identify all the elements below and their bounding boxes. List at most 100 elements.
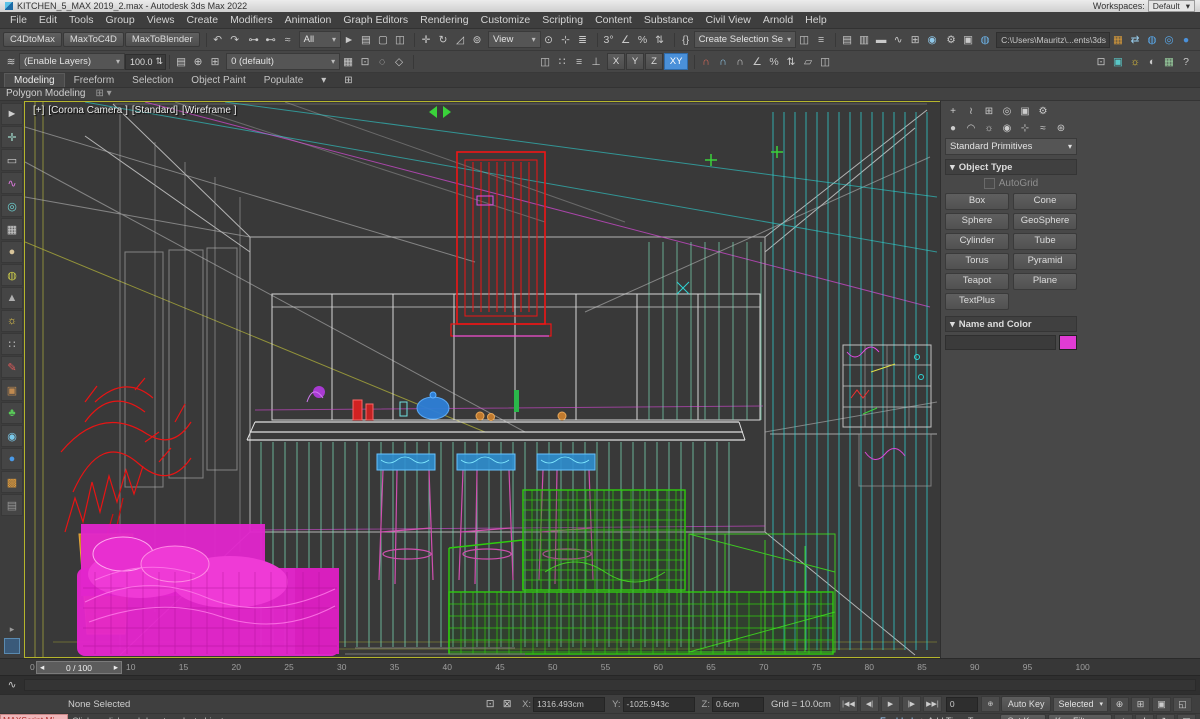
angle-snap-icon[interactable]: ∠ (618, 32, 634, 48)
select-and-scale-icon[interactable]: ◿ (452, 32, 468, 48)
tab-freeform[interactable]: Freeform (65, 74, 124, 87)
render-production-icon[interactable]: ◍ (977, 32, 993, 48)
redo-icon[interactable]: ↷ (227, 32, 243, 48)
bind-to-space-warp-icon[interactable]: ≈ (280, 32, 296, 48)
script-button[interactable]: MaxToC4D (62, 32, 124, 47)
select-by-name-icon[interactable]: ▤ (358, 32, 374, 48)
axis-x-button[interactable]: X (607, 53, 626, 70)
rendered-frame-window-icon[interactable]: ▣ (960, 32, 976, 48)
zoom-all-icon[interactable]: ⊞ (1131, 696, 1150, 712)
object-type-button[interactable]: Plane (1013, 273, 1077, 290)
sphere-tool-icon[interactable]: ● (1, 241, 23, 263)
light-toggle-icon[interactable]: ☼ (1127, 54, 1143, 70)
selection-region-icon[interactable]: ▢ (375, 32, 391, 48)
select-and-move-icon[interactable]: ✛ (418, 32, 434, 48)
viewport-menu-shading[interactable]: [Wireframe ] (182, 105, 236, 116)
panel-options-icon[interactable]: ⊞ ▾ (96, 88, 112, 100)
select-tool-icon[interactable]: ► (1, 103, 23, 125)
tab-modeling[interactable]: Modeling (4, 73, 65, 87)
set-current-layer-icon[interactable]: ⊡ (357, 54, 373, 70)
menu-item[interactable]: Rendering (414, 14, 474, 26)
snap-magnet-3d-icon[interactable]: ∩ (732, 54, 748, 70)
array-tool-icon[interactable]: ∷ (1, 333, 23, 355)
layer-explorer-icon[interactable]: ▥ (856, 32, 872, 48)
polygon-modeling-panel[interactable]: Polygon Modeling (6, 88, 86, 100)
object-type-button[interactable]: Cylinder (945, 233, 1009, 250)
tab-selection[interactable]: Selection (123, 74, 182, 87)
menu-item[interactable]: Help (799, 14, 833, 26)
utility-tool-icon[interactable]: ▤ (1, 494, 23, 516)
zoom-region-icon[interactable]: ◱ (1173, 696, 1192, 712)
helpers-category-icon[interactable]: ⊹ (1017, 121, 1033, 135)
menu-item[interactable]: Graph Editors (337, 14, 414, 26)
selection-lock-icon[interactable]: ⊠ (499, 696, 515, 712)
slider-right-arrow-icon[interactable]: ▸ (114, 662, 118, 673)
motion-tab-icon[interactable]: ◎ (999, 104, 1015, 118)
menu-item[interactable]: Group (100, 14, 141, 26)
scene-converter-icon[interactable]: ⇄ (1127, 32, 1143, 48)
spinner-snap-toggle-icon[interactable]: ⇅ (783, 54, 799, 70)
x-coordinate-field[interactable]: 1316.493cm (533, 696, 606, 712)
select-and-link-icon[interactable]: ⊶ (246, 32, 262, 48)
menu-item[interactable]: Content (589, 14, 638, 26)
ribbon-toggle-icon[interactable]: ▬ (873, 32, 889, 48)
key-mode-dropdown[interactable]: Selected ▾ (1053, 696, 1108, 712)
select-object-icon[interactable]: ► (341, 32, 357, 48)
object-type-button[interactable]: Teapot (945, 273, 1009, 290)
object-type-button[interactable]: TextPlus (945, 293, 1009, 310)
script-button[interactable]: MaxToBlender (124, 32, 200, 47)
geometry-category-icon[interactable]: ● (945, 121, 961, 135)
isolate-icon[interactable]: ⊡ (1093, 54, 1109, 70)
menu-item[interactable]: Create (181, 14, 225, 26)
display-tab-icon[interactable]: ▣ (1017, 104, 1033, 118)
grid-tool-icon[interactable]: ▦ (1, 218, 23, 240)
unlink-selection-icon[interactable]: ⊷ (263, 32, 279, 48)
menu-item[interactable]: Substance (638, 14, 700, 26)
paint-tool-icon[interactable]: ✎ (1, 356, 23, 378)
auto-key-button[interactable]: Auto Key (1000, 696, 1052, 712)
spinner-snap-icon[interactable]: ⇅ (652, 32, 668, 48)
track-bar-band[interactable] (24, 679, 1196, 691)
menu-item[interactable]: File (4, 14, 33, 26)
curve-editor-icon[interactable]: ∿ (890, 32, 906, 48)
material-tool-icon[interactable]: ▩ (1, 471, 23, 493)
object-type-button[interactable]: GeoSphere (1013, 213, 1077, 230)
object-name-field[interactable] (945, 335, 1056, 350)
mirror-tool-icon[interactable]: ◫ (537, 54, 553, 70)
next-frame-button[interactable]: |▶ (901, 696, 921, 712)
scene-explorer-icon[interactable]: ▤ (839, 32, 855, 48)
freeze-layer-icon[interactable]: ◇ (391, 54, 407, 70)
pan-icon[interactable]: ✛ (1135, 713, 1154, 719)
menu-item[interactable]: Arnold (757, 14, 799, 26)
menu-item[interactable]: Edit (33, 14, 63, 26)
selection-filter-dropdown[interactable]: All ▾ (298, 31, 341, 48)
workspaces-dropdown[interactable]: Default ▾ (1147, 0, 1195, 12)
script-button[interactable]: C4DtoMax (3, 32, 62, 47)
viewport-config-icon[interactable]: ▦ (1161, 54, 1177, 70)
swift-loop-icon[interactable]: ◫ (817, 54, 833, 70)
workspace-switch-icon[interactable]: ▦ (1110, 32, 1126, 48)
rectangle-tool-icon[interactable]: ▭ (1, 149, 23, 171)
normal-align-icon[interactable]: ⊥ (588, 54, 604, 70)
move-tool-icon[interactable]: ✛ (1, 126, 23, 148)
object-type-button[interactable]: Cone (1013, 193, 1077, 210)
shade-selected-icon[interactable]: ◐ (1144, 54, 1160, 70)
maximize-viewport-toggle-icon[interactable]: ▦ (1177, 713, 1196, 719)
select-and-manipulate-icon[interactable]: ⊹ (558, 32, 574, 48)
mirror-icon[interactable]: ◫ (796, 32, 812, 48)
lights-category-icon[interactable]: ☼ (981, 121, 997, 135)
spline-tool-icon[interactable]: ∿ (1, 172, 23, 194)
menu-item[interactable]: Scripting (536, 14, 589, 26)
z-coordinate-field[interactable]: 0.6cm (711, 696, 764, 712)
systems-category-icon[interactable]: ⊛ (1053, 121, 1069, 135)
reference-coordinate-dropdown[interactable]: View ▾ (487, 31, 541, 48)
axis-plane-button[interactable]: XY (664, 53, 689, 70)
snaps-toggle-3d-icon[interactable]: 3° (601, 32, 617, 48)
edit-poly-icon[interactable]: ▱ (800, 54, 816, 70)
menu-item[interactable]: Customize (475, 14, 537, 26)
cloud-render-icon[interactable]: ● (1178, 32, 1194, 48)
keyboard-shortcut-override-icon[interactable]: ≣ (575, 32, 591, 48)
object-type-button[interactable]: Tube (1013, 233, 1077, 250)
isolate-selection-icon[interactable]: ⊡ (482, 696, 498, 712)
spinner-arrows-icon[interactable]: ⇅ (156, 56, 164, 67)
